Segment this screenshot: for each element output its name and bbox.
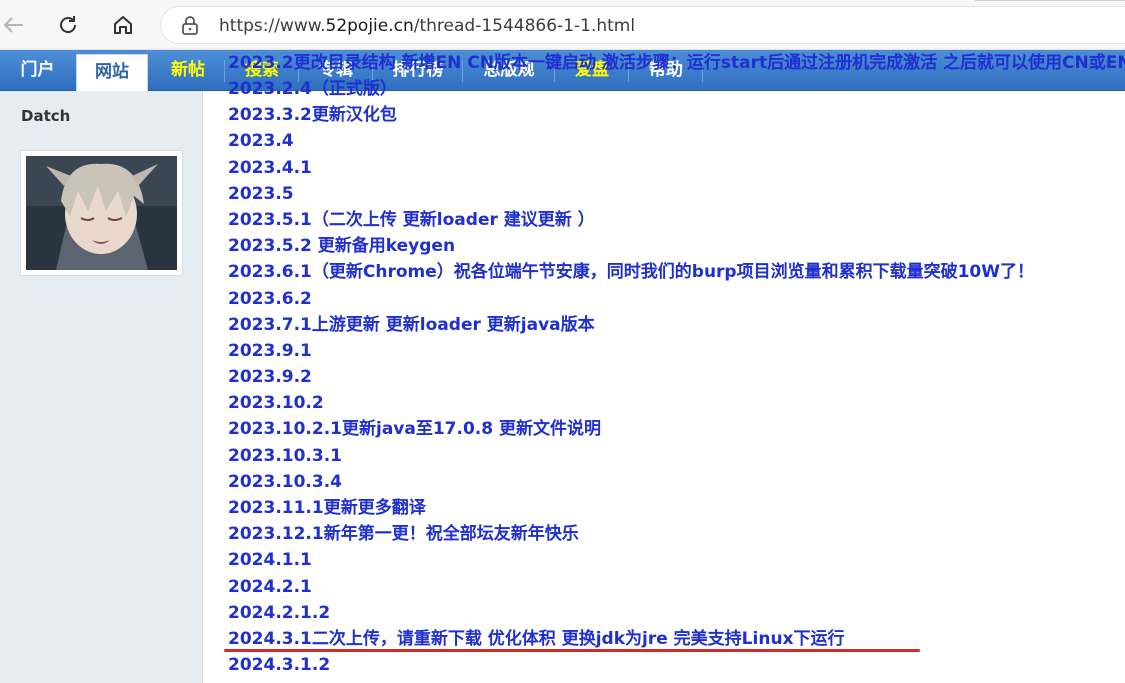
- url-path: /thread-1544866-1-1.html: [413, 16, 636, 36]
- post-line: 2023.6.1（更新Chrome）祝各位端午节安康，同时我们的burp项目浏览…: [228, 262, 1035, 283]
- post-line: 2023.9.1: [228, 340, 312, 361]
- url-prefix: https://www.: [219, 16, 326, 36]
- post-line: 2023.9.2: [228, 367, 312, 388]
- post-line: 2023.5: [228, 183, 294, 204]
- post-line: 2023.6.2: [228, 288, 312, 309]
- post-line: 2023.10.3.4: [228, 471, 343, 492]
- post-content: 2023.2.4（正式版） 2023.3.2更新汉化包 2023.4 2023.…: [228, 76, 1034, 678]
- avatar[interactable]: [20, 150, 183, 276]
- url-domain: 52pojie.cn: [325, 16, 414, 36]
- nav-separator: [224, 60, 225, 82]
- home-icon[interactable]: [107, 9, 139, 41]
- browser-toolbar: https://www.52pojie.cn/thread-1544866-1-…: [0, 0, 1125, 50]
- nav-portal[interactable]: 门户: [0, 50, 75, 91]
- user-info-panel: Datch: [0, 91, 203, 683]
- post-line: 2023.5.1（二次上传 更新loader 建议更新 ）: [228, 209, 595, 230]
- lock-icon[interactable]: [181, 16, 199, 40]
- post-line: 2023.7.1上游更新 更新loader 更新java版本: [228, 314, 595, 335]
- post-line: 2023.4.1: [228, 157, 312, 178]
- post-line: 2023.10.2: [228, 393, 324, 414]
- post-line: 2023.5.2 更新备用keygen: [228, 236, 456, 257]
- post-line: 2023.2.4（正式版）: [228, 79, 397, 99]
- post-line: 2023.10.2.1更新java至17.0.8 更新文件说明: [228, 419, 602, 440]
- address-bar[interactable]: https://www.52pojie.cn/thread-1544866-1-…: [160, 6, 1125, 44]
- post-line: 2024.2.1.2: [228, 602, 331, 623]
- post-line: 2024.1.1: [228, 550, 312, 571]
- post-line: 2023.4: [228, 131, 294, 152]
- post-line: 2023.10.3.1: [228, 445, 343, 466]
- nav-website[interactable]: 网站: [76, 54, 148, 91]
- username[interactable]: Datch: [21, 107, 70, 125]
- back-icon[interactable]: [0, 9, 30, 41]
- post-line: 2024.2.1: [228, 576, 312, 597]
- red-underline-annotation: [224, 649, 920, 652]
- url-text: https://www.52pojie.cn/thread-1544866-1-…: [219, 7, 635, 45]
- post-line: 2024.3.1.2: [228, 655, 331, 676]
- nav-new-posts[interactable]: 新帖: [152, 50, 224, 91]
- post-line: 2023.12.1新年第一更！祝全部坛友新年快乐: [228, 524, 579, 545]
- post-line: 2023.11.1更新更多翻译: [228, 498, 426, 518]
- refresh-icon[interactable]: [52, 9, 84, 41]
- post-line: 2023.3.2更新汉化包: [228, 105, 397, 126]
- avatar-image: [26, 156, 177, 270]
- tab-strip-edge: [975, 0, 1125, 4]
